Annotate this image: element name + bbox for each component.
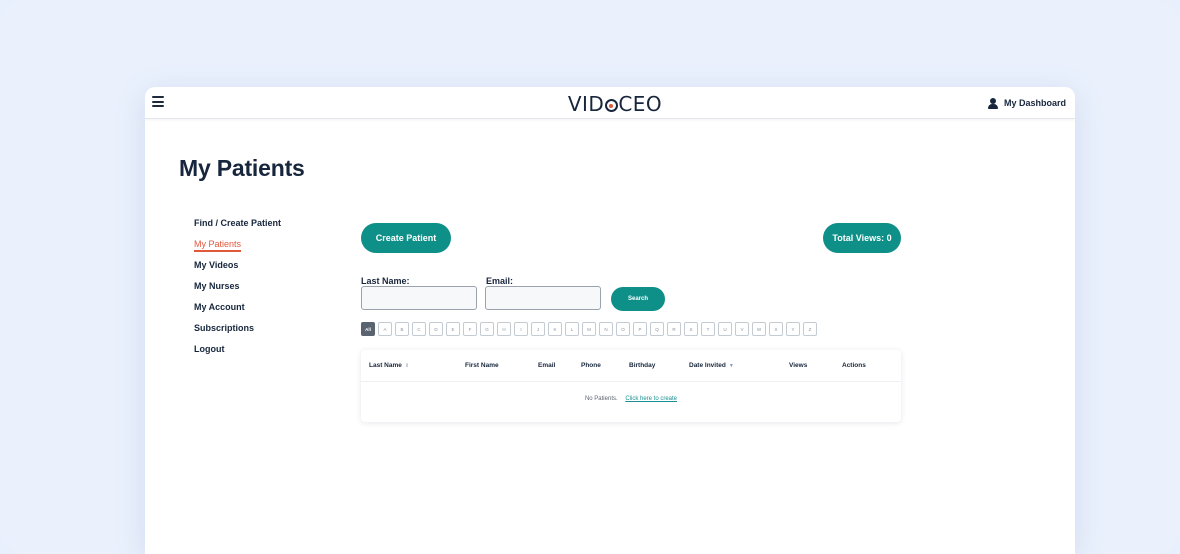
- sidebar-item-label: Logout: [194, 344, 225, 354]
- sidebar-item-subscriptions[interactable]: Subscriptions: [194, 323, 281, 344]
- side-nav: Find / Create Patient My Patients My Vid…: [194, 218, 281, 365]
- alpha-filter-f[interactable]: F: [463, 322, 477, 336]
- column-header-label: Last Name: [369, 362, 402, 369]
- column-header-views[interactable]: Views: [789, 362, 807, 369]
- app-logo[interactable]: VID CEO: [565, 92, 665, 116]
- alpha-filter-p[interactable]: P: [633, 322, 647, 336]
- sidebar-item-my-nurses[interactable]: My Nurses: [194, 281, 281, 302]
- alpha-filter-q[interactable]: Q: [650, 322, 664, 336]
- column-header-date-invited[interactable]: Date Invited ▼: [689, 362, 734, 369]
- alpha-filter-w[interactable]: W: [752, 322, 766, 336]
- search-button[interactable]: Search: [611, 287, 665, 311]
- sidebar-item-label: My Videos: [194, 260, 239, 270]
- alpha-filter-v[interactable]: V: [735, 322, 749, 336]
- sidebar-item-label: My Account: [194, 302, 245, 312]
- column-header-label: Date Invited: [689, 362, 726, 369]
- hamburger-icon[interactable]: [152, 96, 164, 107]
- alpha-filter-b[interactable]: B: [395, 322, 409, 336]
- last-name-label: Last Name:: [361, 276, 410, 286]
- sort-descending-icon: ▼: [728, 363, 734, 369]
- sidebar-item-label: My Patients: [194, 239, 242, 252]
- alpha-filter-g[interactable]: G: [480, 322, 494, 336]
- column-header-email[interactable]: Email: [538, 362, 555, 369]
- total-views-button[interactable]: Total Views: 0: [823, 223, 901, 253]
- alpha-filter-s[interactable]: S: [684, 322, 698, 336]
- last-name-input[interactable]: [361, 286, 477, 310]
- column-header-phone[interactable]: Phone: [581, 362, 601, 369]
- column-header-first-name[interactable]: First Name: [465, 362, 499, 369]
- patients-table: Last Name ⇕ First Name Email Phone Birthd…: [361, 350, 901, 422]
- sidebar-item-my-account[interactable]: My Account: [194, 302, 281, 323]
- alpha-filter-c[interactable]: C: [412, 322, 426, 336]
- alpha-filter-a[interactable]: A: [378, 322, 392, 336]
- alpha-filter-m[interactable]: M: [582, 322, 596, 336]
- sidebar-item-my-videos[interactable]: My Videos: [194, 260, 281, 281]
- alphabet-filter: All A B C D E F G H I J K L M N O P Q R …: [361, 322, 817, 336]
- alpha-filter-x[interactable]: X: [769, 322, 783, 336]
- alpha-filter-h[interactable]: H: [497, 322, 511, 336]
- column-header-birthday[interactable]: Birthday: [629, 362, 655, 369]
- email-label: Email:: [486, 276, 514, 286]
- logo-o-icon: [604, 99, 618, 112]
- user-icon: [987, 97, 998, 109]
- column-header-actions[interactable]: Actions: [842, 362, 866, 369]
- alpha-filter-k[interactable]: K: [548, 322, 562, 336]
- sidebar-item-find-create-patient[interactable]: Find / Create Patient: [194, 218, 281, 239]
- empty-state-text: No Patients.: [584, 396, 618, 402]
- page-title: My Patients: [179, 155, 305, 181]
- create-patient-button[interactable]: Create Patient: [361, 223, 451, 253]
- alpha-filter-j[interactable]: J: [531, 322, 545, 336]
- alpha-filter-d[interactable]: D: [429, 322, 443, 336]
- sidebar-item-label: Subscriptions: [194, 323, 255, 333]
- alpha-filter-i[interactable]: I: [514, 322, 528, 336]
- sidebar-item-logout[interactable]: Logout: [194, 344, 281, 365]
- empty-state-row: No Patients. Click here to create: [361, 396, 901, 402]
- my-dashboard-label: My Dashboard: [1003, 98, 1066, 108]
- email-input[interactable]: [485, 286, 601, 310]
- alpha-filter-y[interactable]: Y: [786, 322, 800, 336]
- top-bar: VID CEO My Dashboard: [145, 87, 1075, 119]
- create-patient-link[interactable]: Click here to create: [625, 396, 677, 402]
- alpha-filter-e[interactable]: E: [446, 322, 460, 336]
- app-window: VID CEO My Dashboard My Patients Find / C…: [145, 87, 1075, 554]
- alpha-filter-l[interactable]: L: [565, 322, 579, 336]
- alpha-filter-t[interactable]: T: [701, 322, 715, 336]
- alpha-filter-o[interactable]: O: [616, 322, 630, 336]
- alpha-filter-z[interactable]: Z: [803, 322, 817, 336]
- alpha-filter-r[interactable]: R: [667, 322, 681, 336]
- sidebar-item-my-patients[interactable]: My Patients: [194, 239, 281, 260]
- sidebar-item-label: Find / Create Patient: [194, 218, 282, 228]
- alpha-filter-n[interactable]: N: [599, 322, 613, 336]
- column-header-last-name[interactable]: Last Name ⇕: [369, 362, 409, 369]
- alpha-filter-u[interactable]: U: [718, 322, 732, 336]
- alpha-filter-all[interactable]: All: [361, 322, 375, 336]
- sidebar-item-label: My Nurses: [194, 281, 240, 291]
- my-dashboard-link[interactable]: My Dashboard: [987, 96, 1066, 110]
- sort-icon: ⇕: [404, 363, 410, 369]
- table-header-row: Last Name ⇕ First Name Email Phone Birthd…: [361, 350, 901, 382]
